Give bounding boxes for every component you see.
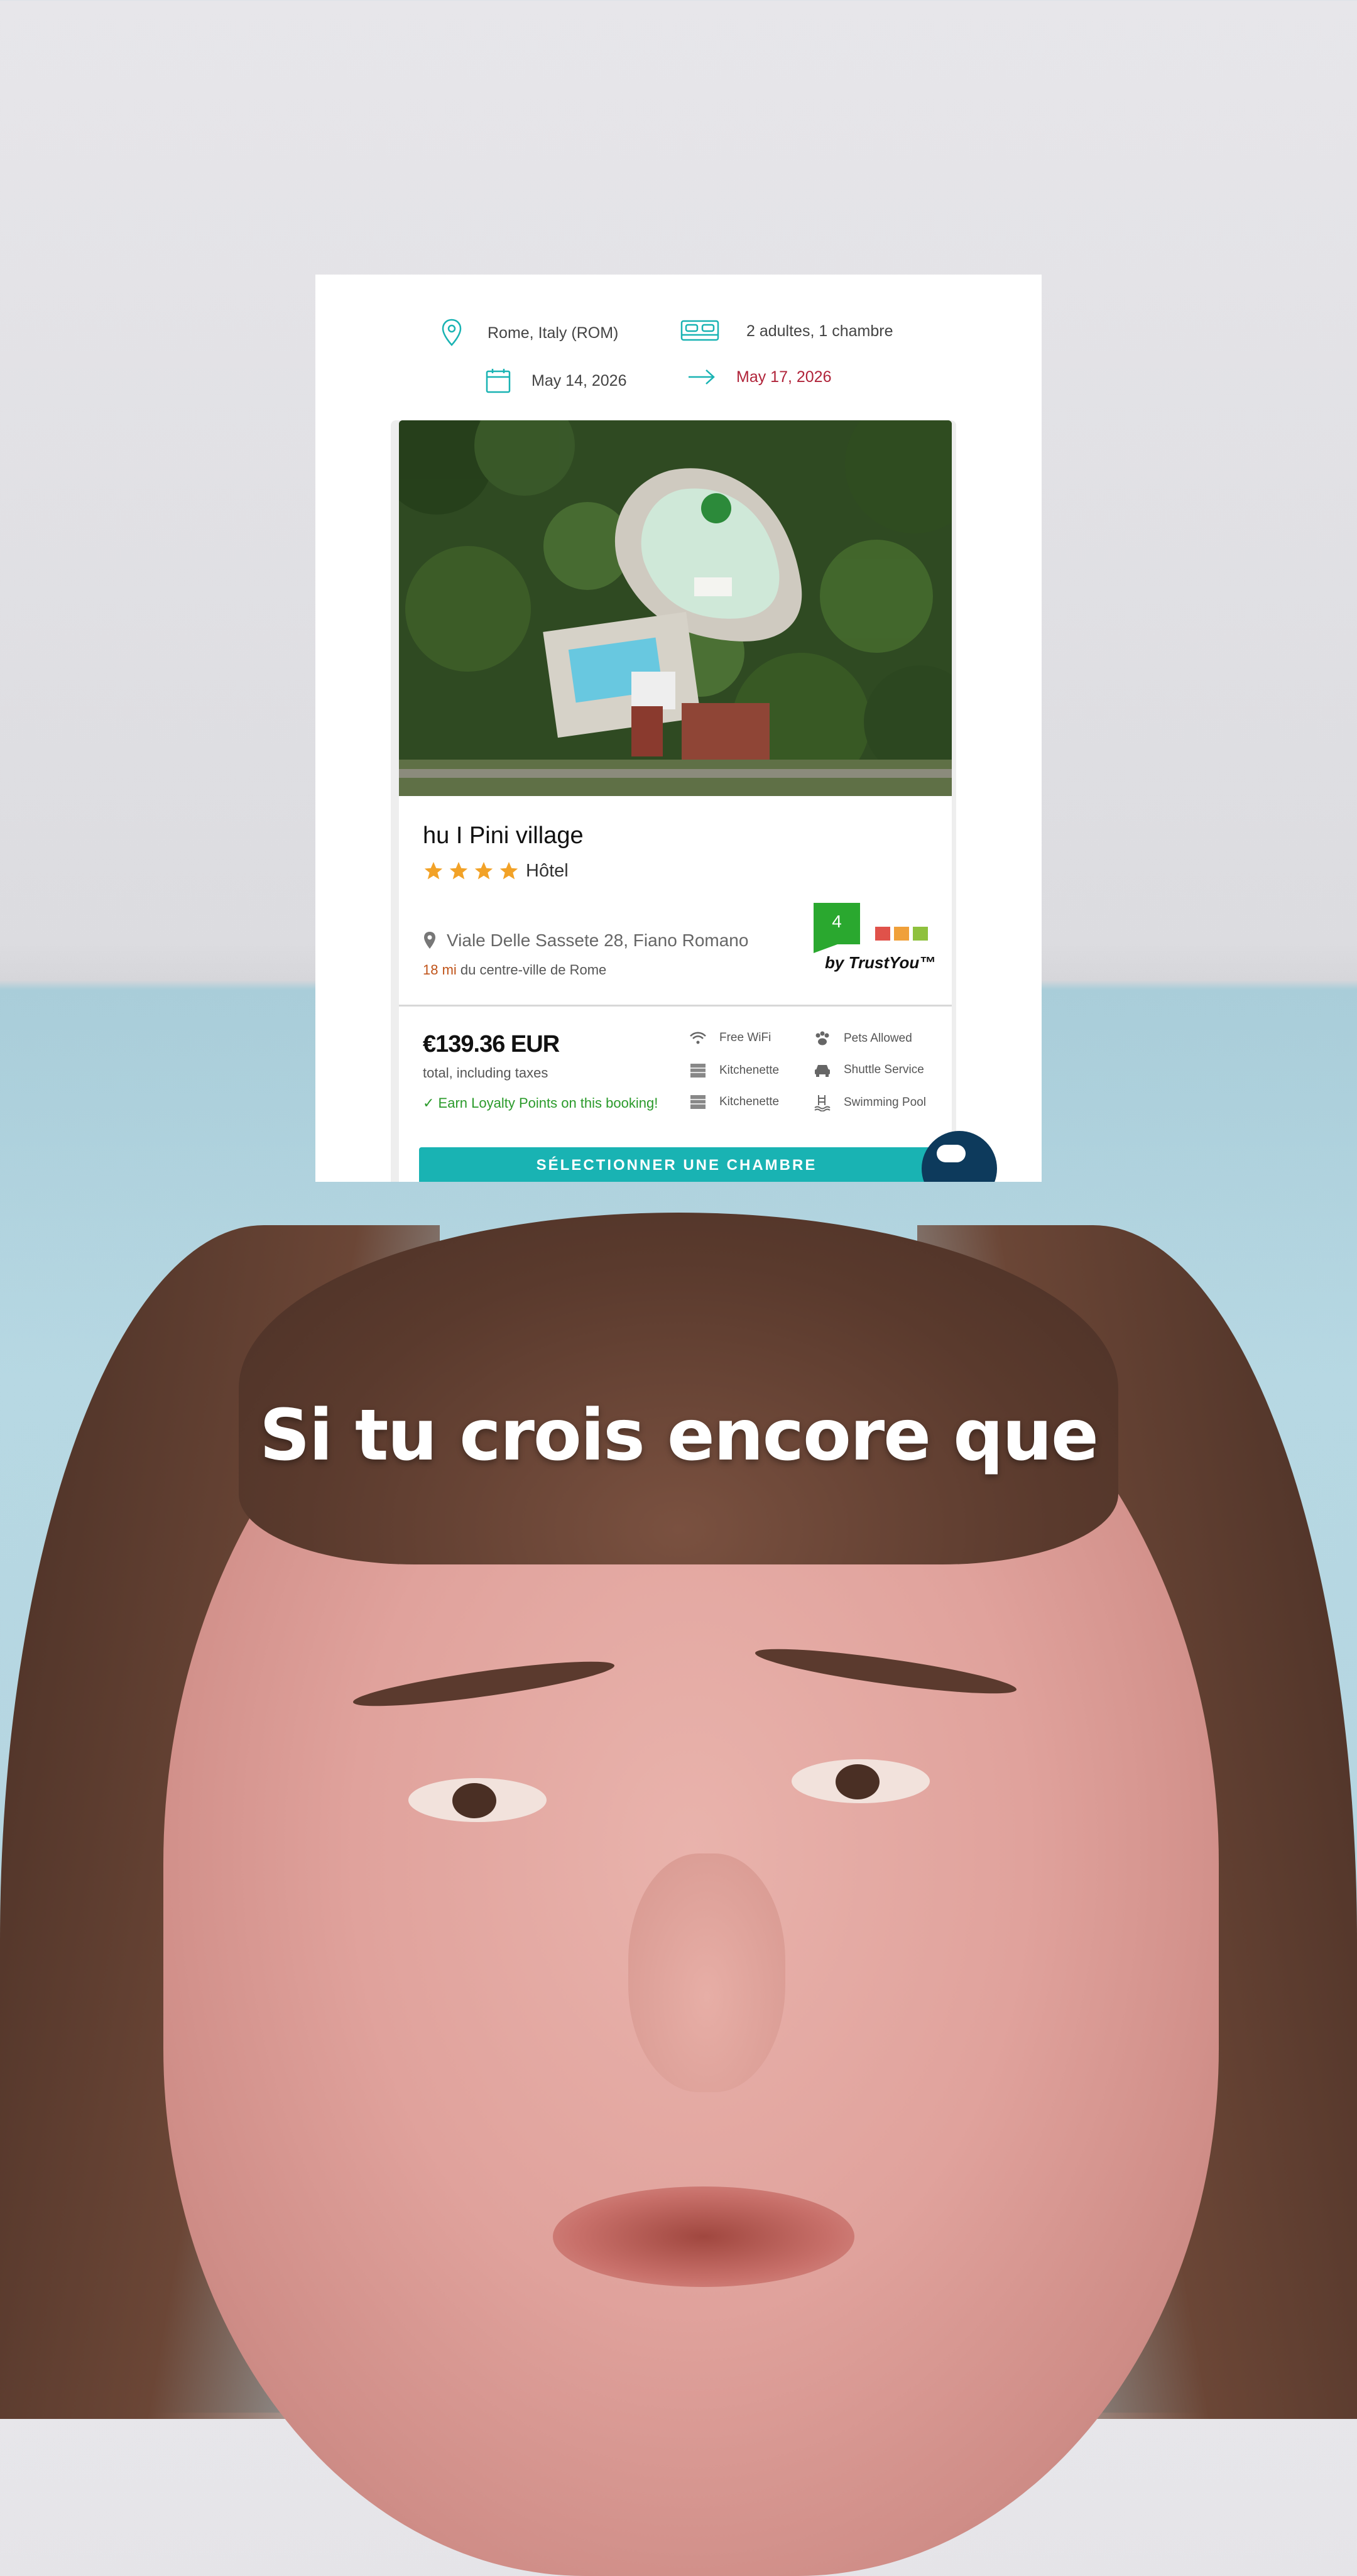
guests-text: 2 adultes, 1 chambre xyxy=(746,322,893,340)
distance-value: 18 mi xyxy=(423,962,457,978)
amenity-pool: Swimming Pool xyxy=(814,1094,926,1111)
trust-score-badge: 4 xyxy=(814,903,860,953)
location-text: Rome, Italy (ROM) xyxy=(488,324,619,342)
star-rating: Hôtel xyxy=(423,860,569,881)
kitchenette-icon xyxy=(690,1064,706,1078)
distance-label: du centre-ville de Rome xyxy=(460,962,607,978)
star-icon xyxy=(474,861,493,880)
amenity-wifi: Free WiFi xyxy=(689,1031,771,1045)
checkout-text: May 17, 2026 xyxy=(736,368,832,386)
star-icon xyxy=(424,861,443,880)
hotel-card: hu I Pini village Hôtel Viale Delle Sass… xyxy=(391,420,956,1182)
loyalty-message: ✓ Earn Loyalty Points on this booking! xyxy=(423,1095,658,1111)
amenity-label: Shuttle Service xyxy=(844,1063,924,1076)
amenity-label: Free WiFi xyxy=(719,1031,771,1044)
paw-icon xyxy=(815,1031,829,1045)
select-room-button[interactable]: SÉLECTIONNER UNE CHAMBRE xyxy=(419,1147,934,1182)
flag-icon xyxy=(913,927,928,941)
amenity-shuttle: Shuttle Service xyxy=(814,1062,924,1078)
search-checkin[interactable]: May 14, 2026 xyxy=(485,368,627,394)
distance-info: 18 mi du centre-ville de Rome xyxy=(423,962,606,978)
map-pin-icon xyxy=(441,319,462,347)
amenity-kitchenette-2: Kitchenette xyxy=(689,1094,779,1110)
bed-icon xyxy=(680,319,720,344)
checkin-text: May 14, 2026 xyxy=(531,371,627,390)
search-location[interactable]: Rome, Italy (ROM) xyxy=(441,319,618,347)
hotel-address: Viale Delle Sassete 28, Fiano Romano xyxy=(423,931,748,951)
search-guests[interactable]: 2 adultes, 1 chambre xyxy=(680,319,893,344)
hotel-name[interactable]: hu I Pini village xyxy=(423,822,584,849)
divider xyxy=(399,1005,952,1007)
amenity-label: Kitchenette xyxy=(719,1064,780,1077)
amenity-label: Kitchenette xyxy=(719,1095,780,1108)
video-caption: Si tu crois encore que xyxy=(259,1395,1099,1476)
amenity-kitchenette: Kitchenette xyxy=(689,1062,779,1079)
mouth xyxy=(553,2186,854,2287)
price: €139.36 EUR xyxy=(423,1031,560,1057)
amenity-pets: Pets Allowed xyxy=(814,1031,912,1046)
flag-icon xyxy=(875,927,890,941)
hotel-type: Hôtel xyxy=(526,860,569,881)
hair-top xyxy=(239,1213,1118,1564)
amenity-label: Pets Allowed xyxy=(844,1032,912,1045)
star-icon xyxy=(499,861,518,880)
chat-icon xyxy=(937,1145,966,1162)
price-subtext: total, including taxes xyxy=(423,1065,548,1081)
kitchenette-icon xyxy=(690,1095,706,1109)
star-icon xyxy=(449,861,468,880)
pool-icon xyxy=(814,1095,831,1111)
trustyou-rating[interactable]: 4 by TrustYou™ xyxy=(814,903,939,978)
flag-icon xyxy=(894,927,909,941)
nose xyxy=(628,1853,785,2092)
amenity-label: Swimming Pool xyxy=(844,1096,926,1109)
left-eye xyxy=(408,1778,547,1822)
hotel-photo[interactable] xyxy=(399,420,952,796)
right-eye xyxy=(792,1759,930,1803)
wifi-icon xyxy=(690,1032,706,1044)
arrow-right-icon xyxy=(687,368,716,386)
trust-by: by TrustYou™ xyxy=(825,953,936,972)
calendar-icon xyxy=(485,368,511,394)
search-checkout[interactable]: May 17, 2026 xyxy=(687,368,832,386)
location-pin-icon xyxy=(424,932,435,949)
address-text: Viale Delle Sassete 28, Fiano Romano xyxy=(447,931,749,950)
booking-screenshot: Rome, Italy (ROM) 2 adultes, 1 chambre M… xyxy=(315,275,1042,1182)
car-icon xyxy=(815,1065,830,1077)
